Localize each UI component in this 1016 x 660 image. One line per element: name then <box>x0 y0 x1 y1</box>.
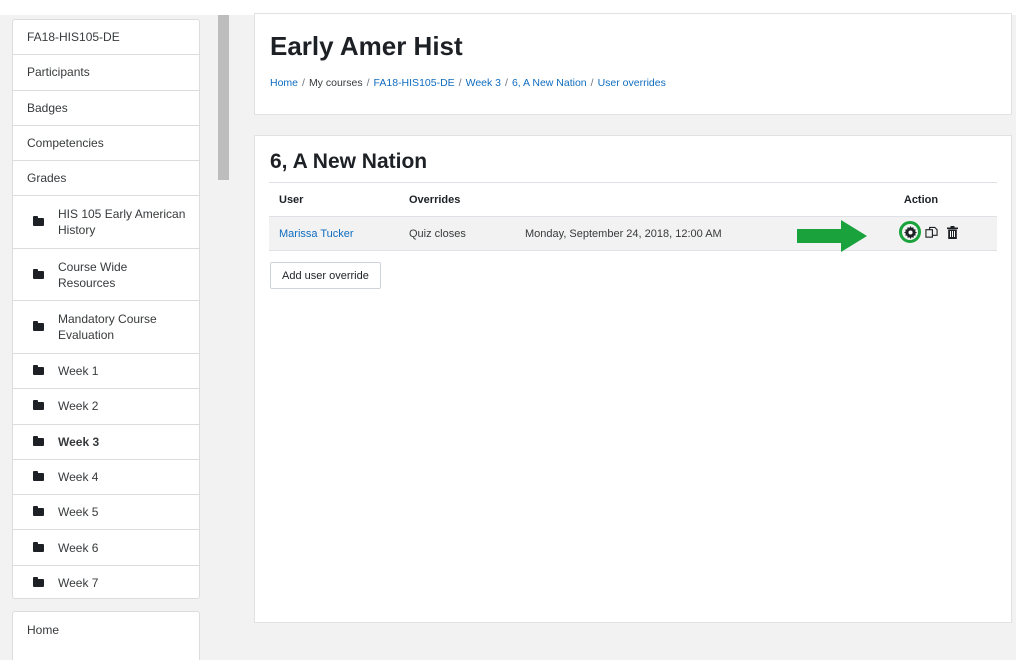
table-row: Marissa Tucker Quiz closes Monday, Septe… <box>269 216 997 251</box>
breadcrumb-separator: / <box>458 77 462 89</box>
edit-settings-gear-icon[interactable] <box>899 221 921 243</box>
table-header-row: User Overrides Action <box>269 182 997 217</box>
sidebar-item-label: Mandatory Course Evaluation <box>58 312 157 343</box>
folder-icon <box>33 216 44 227</box>
action-cell <box>845 216 997 251</box>
sidebar-item[interactable]: Week 7 <box>13 566 199 601</box>
folder-icon <box>33 365 44 376</box>
sidebar-item[interactable]: Week 6 <box>13 530 199 566</box>
sidebar-item[interactable]: Course Wide Resources <box>13 249 199 302</box>
sidebar-item[interactable]: Mandatory Course Evaluation <box>13 301 199 354</box>
sidebar-item-label: Week 3 <box>58 434 100 449</box>
sidebar-item[interactable]: FA18-HIS105-DE <box>13 20 199 56</box>
section-title: 6, A New Nation <box>270 150 428 173</box>
green-arrow-pointer <box>797 220 867 252</box>
override-value: Monday, September 24, 2018, 12:00 AM <box>515 216 845 251</box>
sidebar-item-label: Grades <box>27 171 67 186</box>
folder-icon <box>33 435 44 446</box>
breadcrumb-separator: / <box>366 77 370 89</box>
page-title: Early Amer Hist <box>270 31 463 61</box>
breadcrumb-item[interactable]: Week 3 <box>466 77 501 89</box>
sidebar-scrollbar[interactable] <box>218 15 229 180</box>
column-header-action: Action <box>845 182 997 217</box>
sidebar-item-label: Week 6 <box>58 540 99 555</box>
sidebar-item[interactable]: Week 3 <box>13 425 199 460</box>
folder-icon <box>33 541 44 552</box>
sidebar-item[interactable]: Week 4 <box>13 460 199 496</box>
sidebar-item[interactable]: Week 2 <box>13 389 199 425</box>
delete-trash-icon[interactable] <box>945 225 959 239</box>
breadcrumb-item[interactable]: User overrides <box>598 77 666 89</box>
sidebar-item[interactable]: HIS 105 Early American History <box>13 196 199 249</box>
folder-icon <box>33 268 44 279</box>
folder-icon <box>33 321 44 332</box>
column-header-overrides: Overrides <box>399 182 515 217</box>
sidebar-item-label: Badges <box>27 100 68 115</box>
sidebar-item[interactable]: Participants <box>13 55 199 91</box>
sidebar-item-label: Course Wide Resources <box>58 259 128 290</box>
override-setting: Quiz closes <box>399 216 515 251</box>
column-header-value <box>515 182 845 217</box>
page-header: Early Amer Hist Home / My courses / FA18-HIS… <box>254 13 1012 115</box>
sidebar-item-label: Week 5 <box>58 505 99 520</box>
sidebar-item-label: Week 1 <box>58 364 99 379</box>
folder-icon <box>33 577 44 588</box>
sidebar-item-label: Week 7 <box>58 576 99 591</box>
breadcrumb-item[interactable]: FA18-HIS105-DE <box>374 77 455 89</box>
breadcrumb-separator: / <box>505 77 508 89</box>
sidebar-item-label: Home <box>27 623 60 637</box>
folder-icon <box>33 400 44 411</box>
sidebar-item[interactable]: Week 5 <box>13 495 199 531</box>
breadcrumb-item[interactable]: Home <box>270 77 298 89</box>
breadcrumb: Home / My courses / FA18-HIS105-DE / Week 3/6,… <box>270 77 666 89</box>
site-nav-sidebar: Home <box>12 611 200 660</box>
sidebar-item[interactable]: Competencies <box>13 126 199 162</box>
sidebar-item-label: Week 2 <box>58 399 99 414</box>
overrides-table: User Overrides Action Marissa Tucker Qui… <box>269 182 997 251</box>
course-nav-sidebar: FA18-HIS105-DE Participants Badges Competen… <box>12 19 200 599</box>
sidebar-item-label: Week 4 <box>58 470 99 485</box>
breadcrumb-separator: / <box>590 77 594 89</box>
sidebar-item-label: Competencies <box>27 136 104 151</box>
column-header-user: User <box>269 182 399 217</box>
breadcrumb-separator: / <box>302 77 305 89</box>
sidebar-item[interactable]: Week 1 <box>13 354 199 390</box>
sidebar-item[interactable]: Grades <box>13 161 199 197</box>
copy-icon[interactable] <box>924 225 938 239</box>
folder-icon <box>33 506 44 517</box>
sidebar-item-label: FA18-HIS105-DE <box>27 30 120 45</box>
sidebar-item-home[interactable]: Home <box>13 612 199 648</box>
user-link[interactable]: Marissa Tucker <box>279 228 354 240</box>
folder-icon <box>33 471 44 482</box>
highlight-circle <box>899 221 921 243</box>
sidebar-item-label: Participants <box>27 65 90 80</box>
breadcrumb-item[interactable]: 6, A New Nation <box>512 77 587 89</box>
add-user-override-button[interactable]: Add user override <box>270 262 381 289</box>
breadcrumb-item: My courses <box>308 77 363 89</box>
main-content: 6, A New Nation User Overrides Action Ma… <box>254 135 1012 623</box>
sidebar-item-label: HIS 105 Early American History <box>58 207 186 238</box>
sidebar-item[interactable]: Badges <box>13 91 199 126</box>
